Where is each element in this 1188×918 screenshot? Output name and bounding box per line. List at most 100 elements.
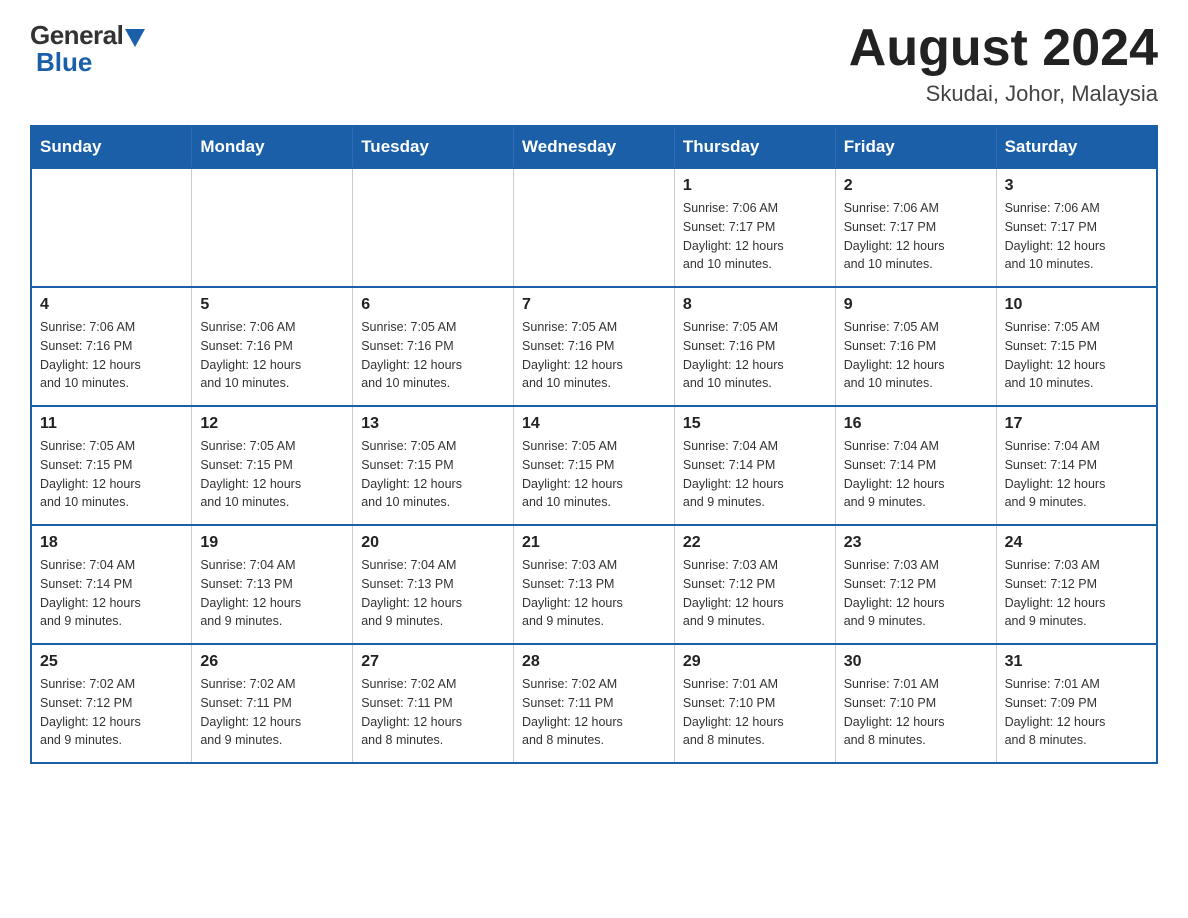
day-info: Sunrise: 7:04 AMSunset: 7:14 PMDaylight:…	[1005, 437, 1148, 512]
day-info: Sunrise: 7:02 AMSunset: 7:11 PMDaylight:…	[361, 675, 505, 750]
day-of-week-header: Wednesday	[514, 126, 675, 168]
day-number: 8	[683, 296, 827, 314]
day-info: Sunrise: 7:06 AMSunset: 7:17 PMDaylight:…	[1005, 199, 1148, 274]
calendar-cell: 9 Sunrise: 7:05 AMSunset: 7:16 PMDaylight…	[835, 287, 996, 406]
day-number: 21	[522, 534, 666, 552]
day-info: Sunrise: 7:06 AMSunset: 7:16 PMDaylight:…	[40, 318, 183, 393]
calendar-week-row: 25Sunrise: 7:02 AMSunset: 7:12 PMDayligh…	[31, 644, 1157, 763]
logo-triangle-icon	[125, 29, 145, 47]
calendar-cell: 31 Sunrise: 7:01 AMSunset: 7:09 PMDayligh…	[996, 644, 1157, 763]
day-info: Sunrise: 7:05 AMSunset: 7:16 PMDaylight:…	[844, 318, 988, 393]
calendar-cell: 19 Sunrise: 7:04 AMSunset: 7:13 PMDayligh…	[192, 525, 353, 644]
day-of-week-header: Sunday	[31, 126, 192, 168]
day-info: Sunrise: 7:04 AMSunset: 7:14 PMDaylight:…	[40, 556, 183, 631]
day-number: 7	[522, 296, 666, 314]
day-info: Sunrise: 7:02 AMSunset: 7:11 PMDaylight:…	[522, 675, 666, 750]
calendar-cell	[192, 168, 353, 287]
calendar-cell: 18Sunrise: 7:04 AMSunset: 7:14 PMDayligh…	[31, 525, 192, 644]
day-number: 5	[200, 296, 344, 314]
day-info: Sunrise: 7:03 AMSunset: 7:12 PMDaylight:…	[683, 556, 827, 631]
calendar-cell: 29 Sunrise: 7:01 AMSunset: 7:10 PMDayligh…	[674, 644, 835, 763]
calendar-cell: 22 Sunrise: 7:03 AMSunset: 7:12 PMDayligh…	[674, 525, 835, 644]
day-info: Sunrise: 7:06 AMSunset: 7:17 PMDaylight:…	[683, 199, 827, 274]
calendar-cell: 20Sunrise: 7:04 AMSunset: 7:13 PMDayligh…	[353, 525, 514, 644]
day-number: 16	[844, 415, 988, 433]
day-number: 2	[844, 177, 988, 195]
day-number: 3	[1005, 177, 1148, 195]
day-info: Sunrise: 7:04 AMSunset: 7:13 PMDaylight:…	[200, 556, 344, 631]
day-number: 29	[683, 653, 827, 671]
day-info: Sunrise: 7:04 AMSunset: 7:14 PMDaylight:…	[683, 437, 827, 512]
calendar-cell	[514, 168, 675, 287]
day-number: 12	[200, 415, 344, 433]
day-number: 15	[683, 415, 827, 433]
day-info: Sunrise: 7:04 AMSunset: 7:14 PMDaylight:…	[844, 437, 988, 512]
calendar-cell: 13 Sunrise: 7:05 AMSunset: 7:15 PMDayligh…	[353, 406, 514, 525]
day-of-week-header: Saturday	[996, 126, 1157, 168]
calendar-cell: 12 Sunrise: 7:05 AMSunset: 7:15 PMDayligh…	[192, 406, 353, 525]
calendar-week-row: 11 Sunrise: 7:05 AMSunset: 7:15 PMDayligh…	[31, 406, 1157, 525]
day-number: 13	[361, 415, 505, 433]
day-info: Sunrise: 7:02 AMSunset: 7:11 PMDaylight:…	[200, 675, 344, 750]
calendar-week-row: 4 Sunrise: 7:06 AMSunset: 7:16 PMDaylight…	[31, 287, 1157, 406]
day-number: 28	[522, 653, 666, 671]
calendar-cell: 10Sunrise: 7:05 AMSunset: 7:15 PMDayligh…	[996, 287, 1157, 406]
day-number: 31	[1005, 653, 1148, 671]
day-info: Sunrise: 7:05 AMSunset: 7:16 PMDaylight:…	[361, 318, 505, 393]
header: General Blue August 2024 Skudai, Johor, …	[30, 20, 1158, 107]
calendar-cell: 1 Sunrise: 7:06 AMSunset: 7:17 PMDaylight…	[674, 168, 835, 287]
calendar-week-row: 18Sunrise: 7:04 AMSunset: 7:14 PMDayligh…	[31, 525, 1157, 644]
day-info: Sunrise: 7:05 AMSunset: 7:15 PMDaylight:…	[361, 437, 505, 512]
calendar-table: SundayMondayTuesdayWednesdayThursdayFrid…	[30, 125, 1158, 764]
calendar-cell: 7Sunrise: 7:05 AMSunset: 7:16 PMDaylight…	[514, 287, 675, 406]
calendar-cell: 21 Sunrise: 7:03 AMSunset: 7:13 PMDayligh…	[514, 525, 675, 644]
calendar-cell: 8 Sunrise: 7:05 AMSunset: 7:16 PMDaylight…	[674, 287, 835, 406]
title-area: August 2024 Skudai, Johor, Malaysia	[849, 20, 1158, 107]
day-info: Sunrise: 7:05 AMSunset: 7:15 PMDaylight:…	[522, 437, 666, 512]
day-info: Sunrise: 7:01 AMSunset: 7:10 PMDaylight:…	[844, 675, 988, 750]
calendar-cell: 24Sunrise: 7:03 AMSunset: 7:12 PMDayligh…	[996, 525, 1157, 644]
month-year-title: August 2024	[849, 20, 1158, 77]
day-number: 30	[844, 653, 988, 671]
calendar-week-row: 1 Sunrise: 7:06 AMSunset: 7:17 PMDaylight…	[31, 168, 1157, 287]
day-number: 24	[1005, 534, 1148, 552]
day-of-week-header: Monday	[192, 126, 353, 168]
calendar-cell: 3 Sunrise: 7:06 AMSunset: 7:17 PMDaylight…	[996, 168, 1157, 287]
day-info: Sunrise: 7:06 AMSunset: 7:17 PMDaylight:…	[844, 199, 988, 274]
calendar-cell: 30 Sunrise: 7:01 AMSunset: 7:10 PMDayligh…	[835, 644, 996, 763]
calendar-header-row: SundayMondayTuesdayWednesdayThursdayFrid…	[31, 126, 1157, 168]
logo: General Blue	[30, 20, 145, 78]
day-info: Sunrise: 7:01 AMSunset: 7:10 PMDaylight:…	[683, 675, 827, 750]
day-info: Sunrise: 7:06 AMSunset: 7:16 PMDaylight:…	[200, 318, 344, 393]
calendar-cell: 25Sunrise: 7:02 AMSunset: 7:12 PMDayligh…	[31, 644, 192, 763]
day-number: 23	[844, 534, 988, 552]
day-of-week-header: Friday	[835, 126, 996, 168]
day-info: Sunrise: 7:01 AMSunset: 7:09 PMDaylight:…	[1005, 675, 1148, 750]
day-number: 9	[844, 296, 988, 314]
calendar-cell: 28 Sunrise: 7:02 AMSunset: 7:11 PMDayligh…	[514, 644, 675, 763]
day-number: 26	[200, 653, 344, 671]
calendar-cell: 11Sunrise: 7:05 AMSunset: 7:15 PMDayligh…	[31, 406, 192, 525]
day-info: Sunrise: 7:05 AMSunset: 7:15 PMDaylight:…	[200, 437, 344, 512]
day-number: 22	[683, 534, 827, 552]
calendar-cell	[353, 168, 514, 287]
logo-blue-text: Blue	[36, 47, 92, 78]
day-number: 19	[200, 534, 344, 552]
calendar-cell: 16 Sunrise: 7:04 AMSunset: 7:14 PMDayligh…	[835, 406, 996, 525]
calendar-cell	[31, 168, 192, 287]
day-number: 11	[40, 415, 183, 433]
day-number: 4	[40, 296, 183, 314]
day-number: 1	[683, 177, 827, 195]
calendar-cell: 17 Sunrise: 7:04 AMSunset: 7:14 PMDayligh…	[996, 406, 1157, 525]
day-number: 17	[1005, 415, 1148, 433]
calendar-cell: 2 Sunrise: 7:06 AMSunset: 7:17 PMDaylight…	[835, 168, 996, 287]
day-of-week-header: Tuesday	[353, 126, 514, 168]
day-number: 25	[40, 653, 183, 671]
location-subtitle: Skudai, Johor, Malaysia	[849, 81, 1158, 107]
day-number: 14	[522, 415, 666, 433]
calendar-cell: 23Sunrise: 7:03 AMSunset: 7:12 PMDayligh…	[835, 525, 996, 644]
day-info: Sunrise: 7:03 AMSunset: 7:13 PMDaylight:…	[522, 556, 666, 631]
day-info: Sunrise: 7:05 AMSunset: 7:16 PMDaylight:…	[683, 318, 827, 393]
calendar-cell: 27Sunrise: 7:02 AMSunset: 7:11 PMDayligh…	[353, 644, 514, 763]
day-number: 6	[361, 296, 505, 314]
